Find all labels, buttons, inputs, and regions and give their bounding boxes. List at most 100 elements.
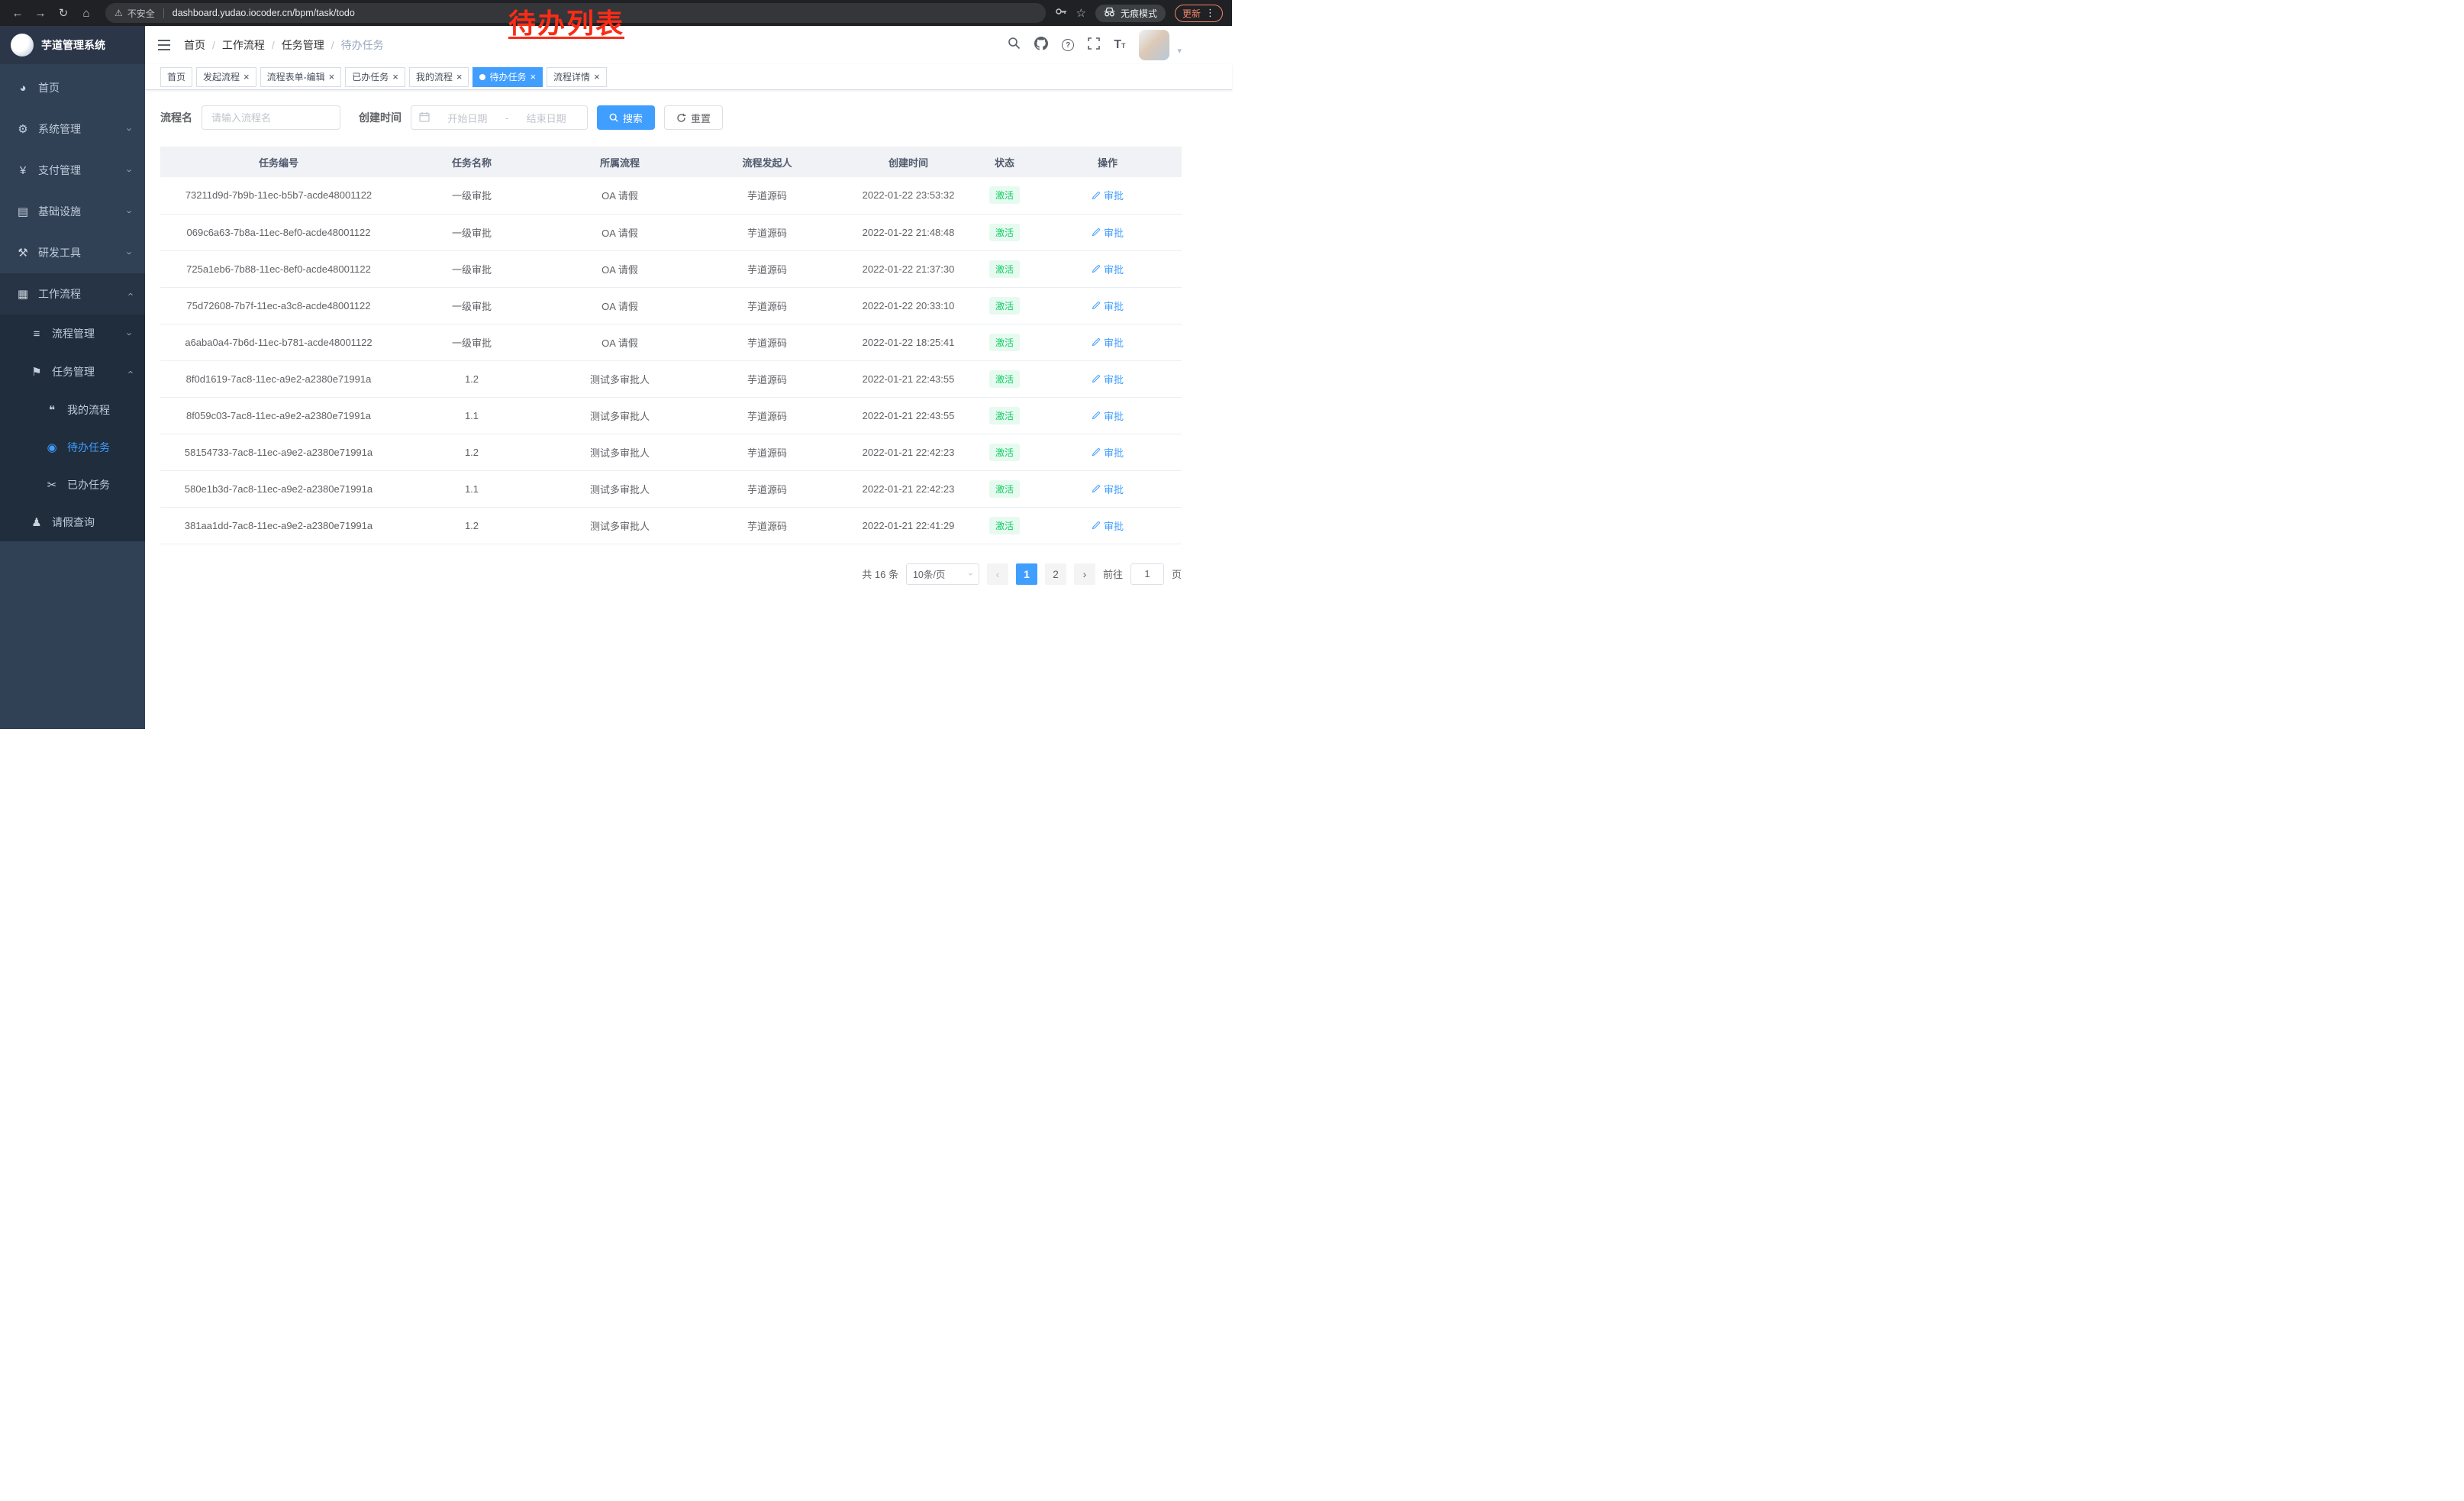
goto-page-input[interactable]	[1130, 563, 1164, 585]
breadcrumb-separator: /	[272, 39, 275, 51]
sidebar-item-done-tasks[interactable]: ✂已办任务	[0, 466, 145, 503]
approve-link[interactable]: 审批	[1092, 335, 1124, 350]
sidebar-item-label: 请假查询	[52, 515, 95, 530]
table-row: a6aba0a4-7b6d-11ec-b781-acde48001122一级审批…	[160, 324, 1182, 360]
create-time-label: 创建时间	[359, 110, 402, 125]
sidebar-item-todo-tasks[interactable]: ◉待办任务	[0, 428, 145, 466]
dashboard-icon: ◕	[15, 82, 31, 95]
forward-icon[interactable]: →	[31, 3, 50, 23]
cell-task-name: 1.2	[397, 360, 547, 397]
search-icon[interactable]	[1008, 37, 1021, 53]
date-range-picker[interactable]: 开始日期 - 结束日期	[411, 105, 588, 130]
status-badge: 激活	[989, 444, 1020, 461]
breadcrumb-workflow[interactable]: 工作流程	[222, 37, 265, 53]
user-avatar[interactable]	[1139, 30, 1169, 60]
status-badge: 激活	[989, 517, 1020, 534]
sidebar-item-system-mgmt[interactable]: ⚙系统管理›	[0, 108, 145, 150]
back-icon[interactable]: ←	[8, 3, 27, 23]
close-tab-icon[interactable]: ×	[530, 72, 536, 82]
done-icon: ✂	[44, 478, 60, 492]
help-icon[interactable]: ?	[1062, 39, 1074, 51]
warning-icon: ⚠	[114, 8, 123, 18]
approve-link[interactable]: 审批	[1092, 482, 1124, 496]
address-bar[interactable]: ⚠ 不安全 dashboard.yudao.iocoder.cn/bpm/tas…	[105, 3, 1046, 23]
sidebar-item-task-mgmt[interactable]: ⚑任务管理›	[0, 353, 145, 391]
browser-menu-dots-icon[interactable]: ⋮	[1205, 7, 1215, 19]
cell-task-name: 1.1	[397, 397, 547, 434]
avatar-caret-icon[interactable]: ▾	[1177, 46, 1182, 56]
cell-status: 激活	[976, 324, 1034, 360]
update-button[interactable]: 更新 ⋮	[1175, 5, 1223, 22]
close-tab-icon[interactable]: ×	[392, 72, 398, 82]
prev-page-button[interactable]: ‹	[987, 563, 1008, 585]
approve-link[interactable]: 审批	[1092, 518, 1124, 533]
sidebar-item-payment-mgmt[interactable]: ¥支付管理›	[0, 150, 145, 191]
close-tab-icon[interactable]: ×	[243, 72, 250, 82]
approve-link[interactable]: 审批	[1092, 408, 1124, 423]
page-button-2[interactable]: 2	[1045, 563, 1066, 585]
approve-link[interactable]: 审批	[1092, 188, 1124, 202]
tab-done-tasks[interactable]: 已办任务×	[345, 67, 405, 87]
edit-pen-icon	[1092, 521, 1101, 530]
cell-status: 激活	[976, 470, 1034, 507]
sidebar-item-my-process[interactable]: ❝我的流程	[0, 391, 145, 428]
app-frame: 芋道管理系统 ◕首页⚙系统管理›¥支付管理›▤基础设施›⚒研发工具›▦工作流程›…	[0, 26, 1232, 729]
sidebar-item-process-mgmt[interactable]: ≡流程管理›	[0, 315, 145, 353]
approve-link[interactable]: 审批	[1092, 262, 1124, 276]
cell-task-id: 75d72608-7b7f-11ec-a3c8-acde48001122	[160, 287, 397, 324]
chevron-down-icon: ›	[124, 169, 135, 172]
cell-task-id: a6aba0a4-7b6d-11ec-b781-acde48001122	[160, 324, 397, 360]
sidebar-item-label: 系统管理	[38, 121, 81, 137]
password-key-icon[interactable]	[1055, 5, 1067, 21]
tab-process-detail[interactable]: 流程详情×	[547, 67, 607, 87]
sidebar-item-dev-tools[interactable]: ⚒研发工具›	[0, 232, 145, 273]
cell-created-time: 2022-01-21 22:42:23	[841, 434, 976, 470]
cell-task-id: 73211d9d-7b9b-11ec-b5b7-acde48001122	[160, 177, 397, 214]
close-tab-icon[interactable]: ×	[329, 72, 335, 82]
table-row: 8f059c03-7ac8-11ec-a9e2-a2380e71991a1.1测…	[160, 397, 1182, 434]
sidebar-collapse-icon[interactable]	[156, 39, 172, 51]
breadcrumb: 首页 / 工作流程 / 任务管理 / 待办任务	[184, 37, 384, 53]
breadcrumb-home[interactable]: 首页	[184, 37, 205, 53]
search-button-label: 搜索	[623, 111, 643, 125]
table-row: 58154733-7ac8-11ec-a9e2-a2380e71991a1.2测…	[160, 434, 1182, 470]
cell-status: 激活	[976, 397, 1034, 434]
github-icon[interactable]	[1034, 37, 1048, 54]
close-tab-icon[interactable]: ×	[456, 72, 463, 82]
next-page-button[interactable]: ›	[1074, 563, 1095, 585]
browser-home-icon[interactable]: ⌂	[76, 3, 96, 23]
chevron-down-icon: ›	[124, 251, 135, 254]
search-button[interactable]: 搜索	[597, 105, 655, 130]
approve-link[interactable]: 审批	[1092, 299, 1124, 313]
tab-my-process[interactable]: 我的流程×	[409, 67, 469, 87]
tab-home[interactable]: 首页	[160, 67, 192, 87]
reset-button[interactable]: 重置	[664, 105, 723, 130]
breadcrumb-task-mgmt[interactable]: 任务管理	[282, 37, 324, 53]
approve-link[interactable]: 审批	[1092, 225, 1124, 240]
status-badge: 激活	[989, 186, 1020, 204]
sidebar-item-home[interactable]: ◕首页	[0, 67, 145, 108]
page-button-1[interactable]: 1	[1016, 563, 1037, 585]
page-size-select[interactable]: 10条/页 ›	[906, 563, 979, 585]
tab-form-edit[interactable]: 流程表单-编辑×	[260, 67, 342, 87]
approve-link[interactable]: 审批	[1092, 372, 1124, 386]
end-date-placeholder: 结束日期	[513, 111, 579, 125]
logo-bar[interactable]: 芋道管理系统	[0, 26, 145, 64]
tab-start-process[interactable]: 发起流程×	[196, 67, 256, 87]
main-panel: 首页 / 工作流程 / 任务管理 / 待办任务 ? TT	[145, 26, 1232, 729]
approve-link[interactable]: 审批	[1092, 445, 1124, 460]
font-size-icon[interactable]: TT	[1114, 38, 1125, 52]
sidebar-item-infrastructure[interactable]: ▤基础设施›	[0, 191, 145, 232]
breadcrumb-separator: /	[331, 39, 334, 51]
tab-todo-tasks[interactable]: 待办任务×	[472, 67, 543, 87]
close-tab-icon[interactable]: ×	[594, 72, 600, 82]
cell-task-name: 1.1	[397, 470, 547, 507]
bookmark-star-icon[interactable]: ☆	[1076, 6, 1086, 20]
sidebar-item-workflow[interactable]: ▦工作流程›	[0, 273, 145, 315]
process-name-input[interactable]	[202, 105, 340, 130]
cell-initiator: 芋道源码	[693, 360, 841, 397]
fullscreen-icon[interactable]	[1088, 37, 1100, 53]
sidebar-item-leave-query[interactable]: ♟请假查询	[0, 503, 145, 541]
chevron-down-icon: ›	[124, 128, 135, 131]
reload-icon[interactable]: ↻	[53, 3, 73, 23]
